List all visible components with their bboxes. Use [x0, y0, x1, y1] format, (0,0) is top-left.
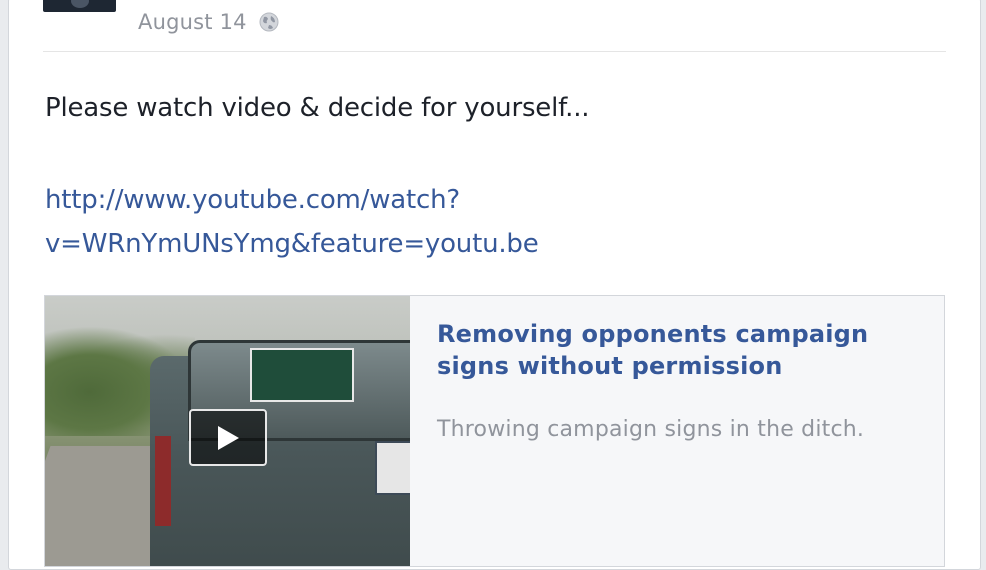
post-date[interactable]: August 14	[138, 10, 247, 34]
link-preview-title[interactable]: Removing opponents campaign signs withou…	[437, 318, 917, 382]
link-preview[interactable]: Removing opponents campaign signs withou…	[44, 295, 945, 567]
play-button[interactable]	[189, 409, 267, 466]
header-divider	[43, 51, 946, 52]
post-message: Please watch video & decide for yourself…	[45, 93, 590, 123]
post-meta: August 14	[138, 7, 280, 37]
post-link-line-1[interactable]: http://www.youtube.com/watch?	[45, 178, 605, 222]
thumbnail-sign-2	[375, 441, 410, 495]
video-thumbnail[interactable]	[45, 296, 410, 566]
link-preview-description: Throwing campaign signs in the ditch.	[437, 417, 865, 442]
globe-icon[interactable]	[258, 11, 280, 33]
thumbnail-sign	[250, 348, 354, 402]
thumbnail-tail-light	[155, 436, 171, 526]
post-link-line-2[interactable]: v=WRnYmUNsYmg&feature=youtu.be	[45, 222, 605, 266]
link-preview-body: Removing opponents campaign signs withou…	[437, 318, 917, 442]
avatar[interactable]	[43, 0, 116, 12]
post-link[interactable]: http://www.youtube.com/watch? v=WRnYmUNs…	[45, 178, 605, 266]
play-icon	[218, 425, 239, 450]
